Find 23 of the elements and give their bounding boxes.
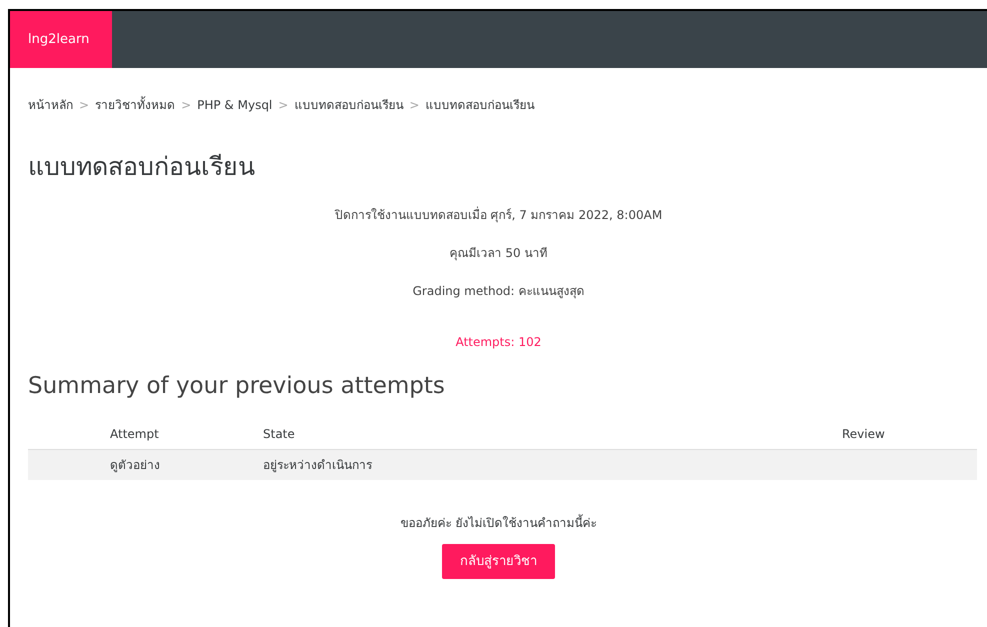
breadcrumb-separator: > [278,97,288,114]
info-text: Grading method: คะแนนสูงสุด [412,284,584,298]
back-to-course-button[interactable]: กลับสู่รายวิชา [442,544,555,580]
brand-link[interactable]: lng2learn [10,11,112,68]
attempts-link[interactable]: Attempts: 102 [456,333,542,351]
breadcrumb-separator: > [409,97,420,114]
column-header: Attempt [110,426,159,441]
notice-text: ขออภัยค่ะ ยังไม่เปิดใช้งานคำถามนี้ค่ะ [400,516,596,530]
breadcrumb-separator: > [181,97,192,114]
breadcrumb-link[interactable]: แบบทดสอบก่อนเรียน [294,96,404,114]
info-text: ปิดการใช้งานแบบทดสอบเมื่อ ศุกร์, 7 มกราคม 2022, 8:00AM [334,208,662,222]
table-cell: ดูตัวอย่าง [110,458,160,472]
info-text: คุณมีเวลา 50 นาที [450,246,548,260]
breadcrumb-link[interactable]: PHP & Mysql [197,96,272,114]
table-cell: อยู่ระหว่างดำเนินการ [263,458,372,472]
breadcrumb-link[interactable]: หน้าหลัก [28,96,73,114]
section-heading: Summary of your previous attempts [28,373,446,401]
column-header: State [263,426,295,441]
breadcrumb-link[interactable]: แบบทดสอบก่อนเรียน [425,96,534,114]
column-header: Review [842,426,885,441]
breadcrumb-separator: > [79,97,90,114]
page-title: แบบทดสอบก่อนเรียน [28,152,256,182]
breadcrumb-link[interactable]: รายวิชาทั้งหมด [95,96,176,114]
